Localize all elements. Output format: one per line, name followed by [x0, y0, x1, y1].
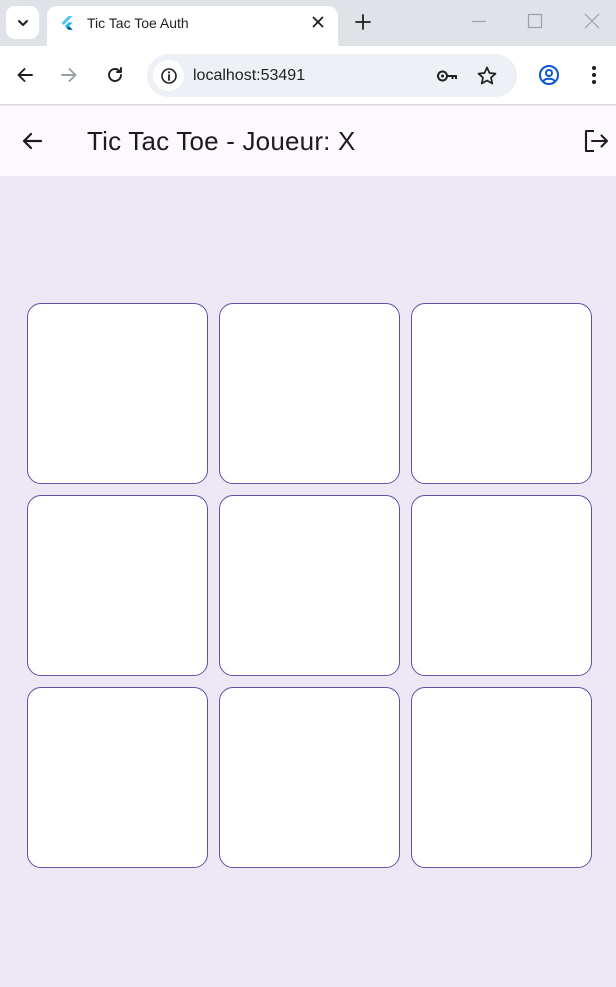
back-button[interactable] — [13, 63, 37, 87]
board-cell[interactable] — [27, 495, 208, 676]
chevron-down-icon — [17, 19, 28, 26]
logout-icon[interactable] — [583, 129, 609, 153]
flutter-icon — [61, 16, 73, 30]
plus-icon[interactable] — [352, 11, 374, 33]
tab-title: Tic Tac Toe Auth — [87, 15, 189, 31]
address-bar[interactable]: localhost:53491 — [147, 54, 517, 97]
board-cell[interactable] — [411, 495, 592, 676]
board-cell[interactable] — [411, 303, 592, 484]
board-cell[interactable] — [219, 495, 400, 676]
browser-tab-active[interactable]: Tic Tac Toe Auth — [47, 6, 338, 46]
url-text: localhost:53491 — [193, 67, 306, 84]
reload-button[interactable] — [103, 63, 127, 87]
board-cell[interactable] — [219, 687, 400, 868]
board-cell[interactable] — [411, 687, 592, 868]
app-bar: Tic Tac Toe - Joueur: X — [0, 106, 616, 176]
forward-button[interactable] — [57, 63, 81, 87]
minimize-icon[interactable] — [470, 12, 488, 30]
arrow-back-icon[interactable] — [20, 129, 44, 153]
more-vert-icon — [592, 66, 596, 84]
key-icon[interactable] — [435, 64, 459, 88]
board-cell[interactable] — [27, 687, 208, 868]
maximize-icon[interactable] — [526, 12, 544, 30]
star-icon[interactable] — [475, 64, 499, 88]
profile-button[interactable] — [537, 63, 561, 87]
arrow-right-icon — [61, 68, 77, 82]
close-window-icon[interactable] — [583, 12, 601, 30]
site-info-button[interactable] — [153, 60, 184, 91]
browser-menu-button[interactable] — [582, 63, 606, 87]
info-icon — [160, 67, 177, 84]
game-board — [27, 303, 592, 868]
account-icon — [539, 65, 559, 85]
browser-tab-strip: Tic Tac Toe Auth — [0, 0, 616, 46]
board-cell[interactable] — [219, 303, 400, 484]
page-title: Tic Tac Toe - Joueur: X — [87, 126, 356, 156]
board-cell[interactable] — [27, 303, 208, 484]
reload-icon — [108, 67, 122, 82]
browser-toolbar: localhost:53491 — [0, 46, 616, 105]
arrow-left-icon — [17, 68, 33, 82]
tab-search-button[interactable] — [6, 6, 39, 39]
close-icon[interactable] — [310, 14, 326, 30]
